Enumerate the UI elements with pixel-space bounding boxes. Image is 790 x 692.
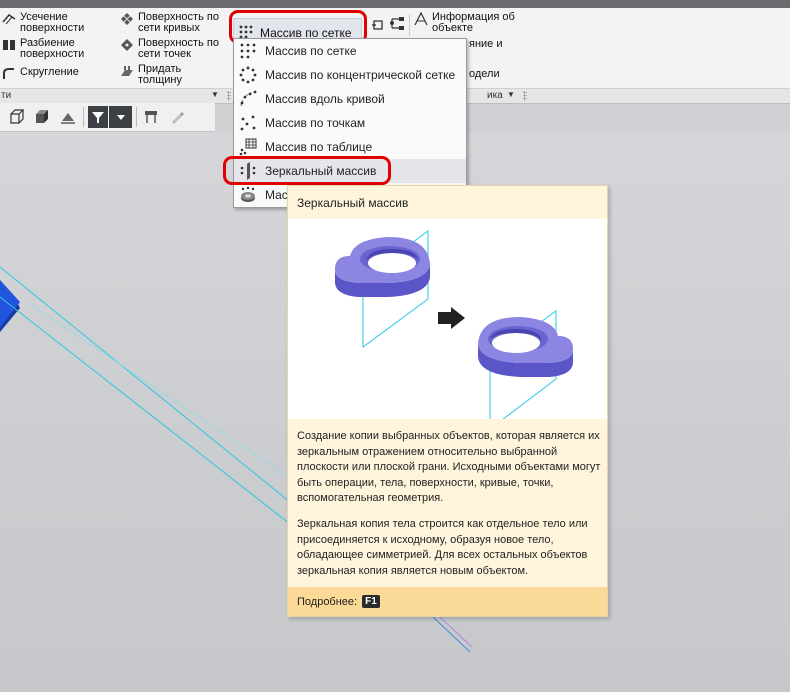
copy-geometry-icon[interactable] — [371, 18, 385, 32]
point-mesh-surface-icon — [121, 39, 133, 51]
grid-array-icon — [240, 43, 256, 59]
point-mesh-surface-button[interactable]: Поверхность по сети точек — [120, 38, 230, 60]
section-view-button[interactable] — [57, 106, 79, 128]
menu-item-grid-array[interactable]: Массив по сетке — [234, 39, 466, 63]
object-info-icon — [414, 12, 428, 26]
transform-arrow-icon — [438, 307, 465, 329]
curve-mesh-surface-button[interactable]: Поверхность по сети кривых — [120, 12, 230, 34]
toolbar-separator — [83, 107, 84, 127]
thicken-icon — [121, 66, 133, 76]
grip-icon — [227, 91, 231, 101]
group-label-surfaces: ти — [1, 90, 12, 101]
split-surface-label: Разбиение поверхности — [20, 37, 85, 60]
menu-item-curve-array[interactable]: Массив вдоль кривой — [234, 87, 466, 111]
partial-label-1: яние и — [469, 38, 503, 50]
more-info-label: Подробнее: — [297, 595, 358, 608]
mirrored-part — [478, 317, 574, 377]
original-part — [334, 237, 430, 297]
section-view-icon — [61, 113, 75, 124]
menu-item-label: Массив по таблице — [265, 140, 373, 154]
partial-label-2: одели — [469, 68, 500, 80]
menu-item-concentric-array[interactable]: Массив по концентрической сетке — [234, 63, 466, 87]
tooltip-footer: Подробнее: F1 — [288, 587, 607, 616]
view-orient-button[interactable] — [6, 106, 28, 128]
hierarchy-icon[interactable] — [389, 16, 405, 32]
concentric-array-icon — [239, 66, 257, 84]
tooltip-illustration — [288, 219, 607, 431]
tooltip-paragraph-2: Зеркальная копия тела строится как отдел… — [297, 518, 588, 577]
ribbon-separator — [409, 14, 410, 36]
thicken-label: Придать толщину — [138, 63, 182, 86]
cube-wireframe-icon — [10, 109, 25, 124]
filter-button[interactable] — [88, 106, 108, 128]
construction-line-1 — [0, 266, 291, 503]
group-expand-icon-2[interactable]: ▼ — [507, 90, 515, 99]
fillet-label: Скругление — [20, 66, 79, 78]
fillet-button[interactable]: Скругление — [2, 67, 79, 81]
menu-item-label: Массив по точкам — [265, 116, 366, 130]
table-array-icon — [239, 138, 257, 156]
curve-mesh-surface-icon — [121, 13, 133, 25]
curve-array-icon — [240, 90, 257, 107]
tooltip-paragraph-1: Создание копии выбранных объектов, котор… — [297, 430, 601, 504]
eyedropper-button[interactable] — [166, 106, 188, 128]
object-info-label: Информация об объекте — [432, 11, 515, 34]
eyedropper-icon — [172, 112, 184, 124]
menu-item-label: Массив вдоль кривой — [265, 92, 385, 106]
tooltip-title: Зеркальный массив — [297, 196, 409, 210]
split-surface-button[interactable]: Разбиение поверхности — [2, 38, 112, 60]
thicken-button[interactable]: Придать толщину — [120, 64, 208, 86]
filter-dropdown[interactable] — [109, 106, 132, 128]
construction-line-2 — [0, 296, 291, 525]
shaded-cube-icon — [36, 110, 48, 123]
construction-line-3 — [29, 303, 291, 479]
toolbar-separator-2 — [136, 107, 137, 127]
construction-line-4 — [432, 616, 471, 653]
group-expand-icon[interactable]: ▼ — [211, 90, 219, 99]
filter-icon — [92, 112, 104, 123]
points-array-icon — [240, 115, 256, 131]
fillet-icon — [3, 68, 14, 79]
object-info-button[interactable]: Информация об объекте — [414, 12, 527, 34]
display-style-button[interactable] — [31, 106, 53, 128]
trim-surface-label: Усечение поверхности — [20, 11, 85, 34]
view-toolbar — [0, 103, 215, 132]
component-array-icon — [241, 186, 255, 202]
trim-surface-icon — [2, 14, 16, 25]
mirror-illustration — [334, 230, 574, 431]
f1-key-badge[interactable]: F1 — [362, 595, 380, 608]
menu-item-points-array[interactable]: Массив по точкам — [234, 111, 466, 135]
title-strip — [0, 0, 790, 8]
mirror-array-tooltip: Зеркальный массив Создание копии выбранн… — [287, 185, 608, 617]
highlight-ring-mirror-item — [223, 156, 391, 185]
point-mesh-surface-label: Поверхность по сети точек — [138, 37, 219, 60]
group-label-diagnostics: ика — [487, 90, 503, 101]
trim-surface-button[interactable]: Усечение поверхности — [2, 12, 112, 34]
measure-icon — [145, 111, 157, 123]
construction-line-5 — [439, 616, 473, 648]
menu-item-label: Массив по концентрической сетке — [265, 68, 456, 82]
split-surface-icon — [3, 40, 15, 50]
curve-mesh-surface-label: Поверхность по сети кривых — [138, 11, 219, 34]
menu-item-label: Массив по сетке — [265, 44, 357, 58]
grip-icon-2 — [523, 91, 527, 101]
measure-button[interactable] — [140, 106, 162, 128]
chevron-down-icon — [116, 115, 125, 120]
